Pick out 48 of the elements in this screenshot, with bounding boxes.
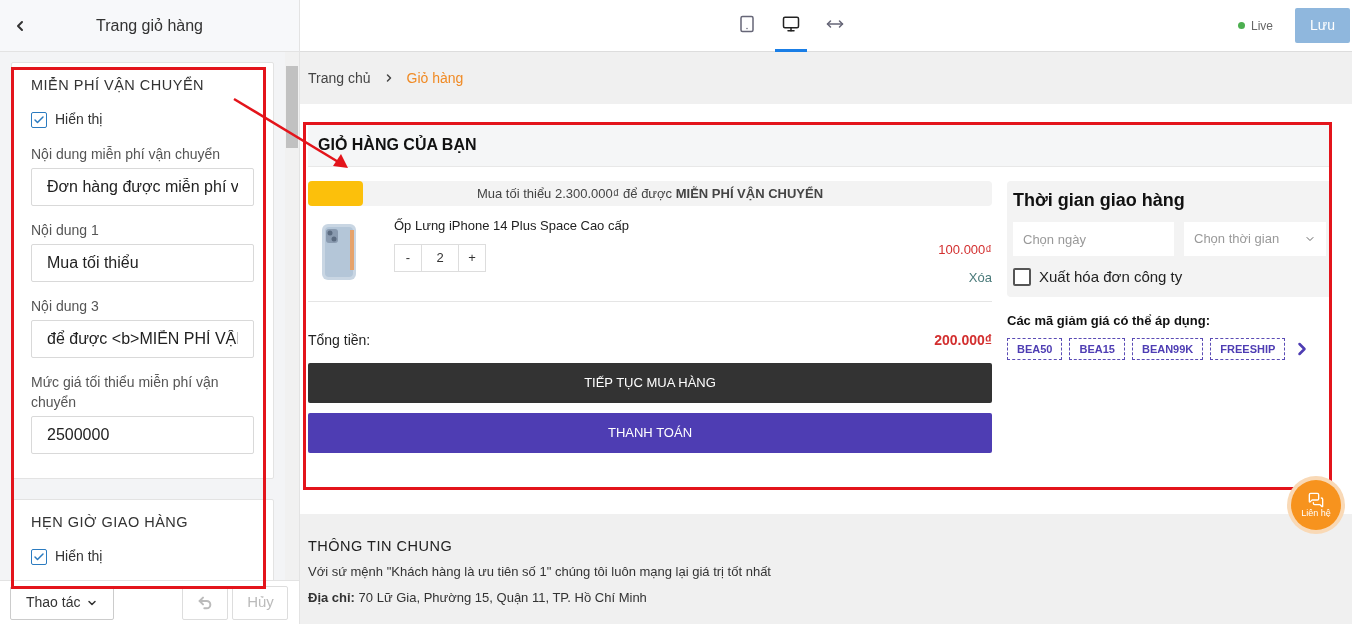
checkbox[interactable] (31, 548, 47, 565)
scrollbar[interactable] (285, 52, 299, 580)
increase-button[interactable]: + (458, 243, 486, 272)
coupon-tag[interactable]: BEA15 (1069, 338, 1125, 360)
checkbox-label: Hiển thị (55, 547, 103, 566)
remove-link[interactable]: Xóa (968, 267, 992, 287)
check-icon (33, 113, 45, 126)
footer-text: Với sứ mệnh "Khách hàng là ưu tiên số 1" chúng tôi luôn mạng lại giá trị tốt nhất (308, 564, 772, 580)
shipping-message: Mua tối thiểu 2.300.000₫ để được MIỄN PHÍ VẬN CHUYỂN (476, 184, 824, 203)
coupon-tag[interactable]: BEAN99K (1131, 338, 1204, 360)
panel-title: Trang giỏ hàng (94, 15, 204, 36)
checkbox[interactable] (31, 111, 47, 128)
checkbox[interactable] (1013, 268, 1031, 287)
decrease-button[interactable]: - (394, 243, 422, 272)
check-icon (33, 550, 45, 563)
coupons-title: Các mã giảm giá có thể áp dụng: (1007, 311, 1211, 330)
checkbox-label: Hiển thị (55, 110, 103, 129)
field-label: Nội dung miễn phí vận chuyển (31, 145, 222, 164)
delivery-title: Thời gian giao hàng (1013, 189, 1186, 212)
section-title: MIỄN PHÍ VẬN CHUYỂN (31, 75, 206, 95)
quantity-field[interactable]: 2 (422, 243, 458, 272)
field-label: Nội dung 1 (31, 221, 100, 240)
checkout-button[interactable]: THANH TOÁN (308, 413, 992, 453)
coupon-tag[interactable]: BEA50 (1007, 338, 1063, 360)
actions-dropdown[interactable]: Thao tác (10, 585, 115, 620)
undo-icon (197, 594, 214, 611)
product-name: Ốp Lưng iPhone 14 Plus Space Cao cấp (394, 217, 630, 235)
text-field[interactable]: 2500000 (31, 416, 254, 454)
cart-title: GIỎ HÀNG CỦA BẠN (318, 134, 477, 155)
item-price: 100.000₫ (938, 241, 992, 259)
total-price: 200.000₫ (934, 330, 992, 350)
field-label: Nội dung 3 (31, 297, 100, 316)
address-text: Địa chỉ: 70 Lữ Gia, Phường 15, Quận 11, TP. Hồ Chí Minh (308, 590, 648, 606)
text-field[interactable]: Đơn hàng được miễn phí v (31, 168, 254, 206)
footer-title: THÔNG TIN CHUNG (308, 538, 454, 554)
chat-icon (1308, 492, 1324, 508)
status-label: Live (1251, 17, 1273, 35)
continue-shopping-button[interactable]: TIẾP TỤC MUA HÀNG (308, 363, 992, 403)
breadcrumb-link[interactable]: Trang chủ (308, 67, 371, 89)
date-field[interactable]: Chọn ngày (1013, 222, 1174, 256)
text-field[interactable]: Mua tối thiểu (31, 244, 254, 282)
tablet-icon (738, 15, 756, 33)
field-label: Mức giá tối thiểu miễn phí vận chuyển (31, 373, 220, 412)
section-title: HẸN GIỜ GIAO HÀNG (31, 513, 190, 532)
monitor-icon (782, 15, 800, 33)
total-label: Tổng tiền: (308, 330, 371, 350)
checkbox-label: Xuất hóa đơn công ty (1039, 267, 1183, 287)
coupon-tag[interactable]: FREESHIP (1210, 338, 1286, 360)
